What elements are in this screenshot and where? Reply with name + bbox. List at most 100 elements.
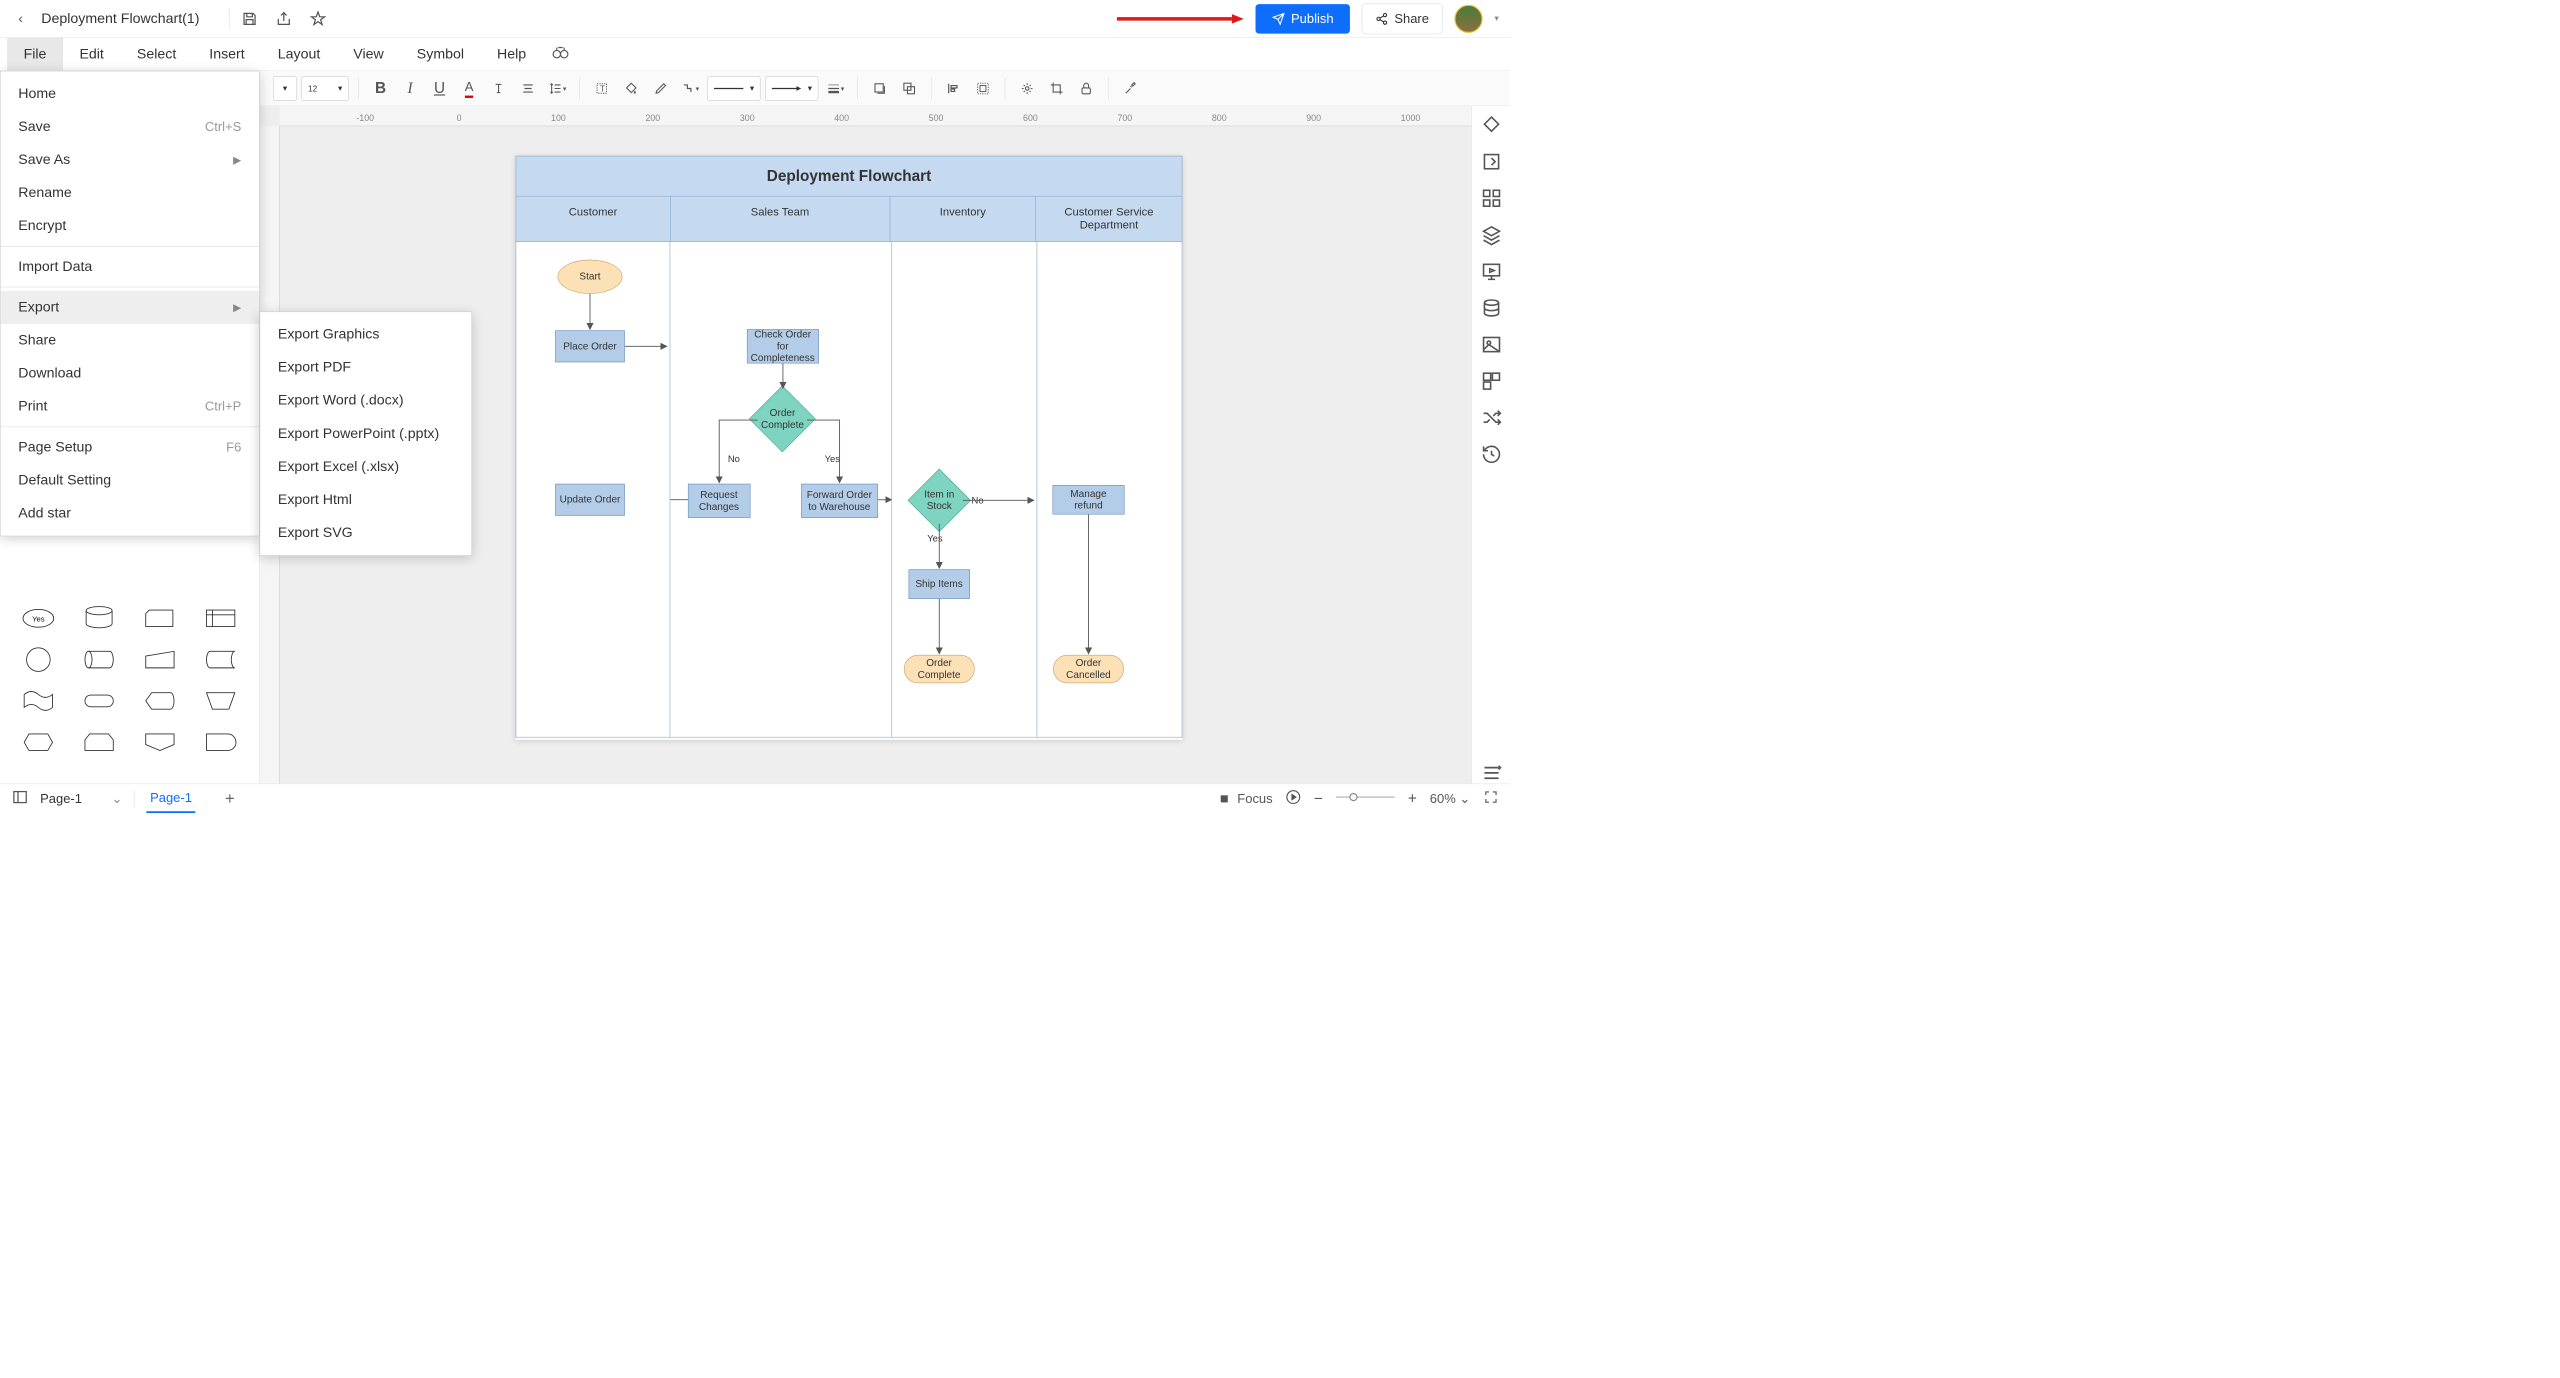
theme-icon[interactable] [1481,114,1502,135]
export-excel[interactable]: Export Excel (.xlsx) [260,450,471,483]
underline-button[interactable]: U [427,76,452,101]
menu-item-save[interactable]: SaveCtrl+S [1,110,259,143]
menu-help[interactable]: Help [481,37,543,70]
shape-terminator[interactable] [73,684,126,717]
lane-header-inventory[interactable]: Inventory [890,196,1036,241]
shape-delay[interactable] [195,726,248,759]
menu-item-default[interactable]: Default Setting [1,464,259,497]
grid-icon[interactable] [1481,188,1502,209]
shape-circle[interactable] [12,643,65,676]
node-update-order[interactable]: Update Order [555,484,625,516]
tools-button[interactable] [1118,76,1143,101]
presentation-icon[interactable] [1481,261,1502,282]
fill-button[interactable] [619,76,644,101]
menu-view[interactable]: View [337,37,400,70]
play-button[interactable] [1286,789,1301,808]
menu-file[interactable]: File [7,37,63,70]
bold-button[interactable]: B [368,76,393,101]
layers-icon[interactable] [1481,224,1502,245]
italic-button[interactable]: I [398,76,423,101]
flowchart-title[interactable]: Deployment Flowchart [516,156,1183,197]
node-complete[interactable]: Order Complete [904,655,975,683]
text-box-button[interactable]: T [589,76,614,101]
zoom-slider[interactable] [1336,791,1395,806]
page-tab[interactable]: Page-1 [147,784,196,813]
export-word[interactable]: Export Word (.docx) [260,384,471,417]
menu-select[interactable]: Select [120,37,192,70]
menu-edit[interactable]: Edit [63,37,120,70]
export-html[interactable]: Export Html [260,483,471,516]
font-dropdown[interactable]: ▾ [273,76,297,101]
binoculars-icon[interactable] [552,43,570,65]
node-order-complete[interactable]: Order Complete [749,386,816,453]
history-icon[interactable] [1481,444,1502,465]
menu-item-star[interactable]: Add star [1,497,259,530]
fullscreen-button[interactable] [1483,789,1498,808]
node-forward[interactable]: Forward Order to Warehouse [801,484,878,518]
panel-toggle-icon[interactable] [12,789,29,809]
lock-button[interactable] [1074,76,1099,101]
line-style-dropdown[interactable]: ▾ [707,76,760,101]
shape-stored-data[interactable] [195,643,248,676]
image-icon[interactable] [1481,334,1502,355]
components-icon[interactable] [1481,371,1502,392]
crop-button[interactable] [1044,76,1069,101]
group-button[interactable] [971,76,996,101]
export-graphics[interactable]: Export Graphics [260,318,471,351]
export-settings-icon[interactable] [1481,151,1502,172]
add-page-button[interactable]: + [225,789,235,808]
collapse-panel-icon[interactable] [1481,762,1502,783]
star-icon[interactable] [310,10,327,27]
node-ship[interactable]: Ship Items [908,569,969,599]
arrow-style-dropdown[interactable]: ▾ [765,76,818,101]
shape-loop-limit[interactable] [73,726,126,759]
shadow-button[interactable] [867,76,892,101]
focus-toggle[interactable]: Focus [1217,791,1272,806]
align-button[interactable] [516,76,541,101]
node-in-stock[interactable]: Item in Stock [907,469,970,532]
lane-header-cs[interactable]: Customer Service Department [1036,196,1182,241]
menu-item-print[interactable]: PrintCtrl+P [1,390,259,423]
menu-insert[interactable]: Insert [193,37,261,70]
node-request-changes[interactable]: Request Changes [688,484,751,518]
export-pdf[interactable]: Export PDF [260,351,471,384]
lane-header-customer[interactable]: Customer [516,196,670,241]
shape-hexagon[interactable] [12,726,65,759]
shape-offpage[interactable] [134,726,187,759]
shape-wave[interactable] [12,684,65,717]
line-weight-button[interactable]: ▾ [823,76,848,101]
connector-button[interactable]: ▾ [678,76,703,101]
menu-item-page-setup[interactable]: Page SetupF6 [1,431,259,464]
menu-item-save-as[interactable]: Save As▶ [1,143,259,176]
menu-item-share[interactable]: Share [1,324,259,357]
brush-button[interactable] [648,76,673,101]
node-start[interactable]: Start [558,260,623,294]
spacing-button[interactable]: ▾ [545,76,570,101]
shape-internal-storage[interactable] [195,602,248,635]
shape-manual-input[interactable] [134,643,187,676]
node-cancelled[interactable]: Order Cancelled [1053,655,1124,683]
shuffle-icon[interactable] [1481,407,1502,428]
shape-manual-op[interactable] [195,684,248,717]
zoom-level[interactable]: 60% ⌄ [1430,791,1470,806]
document-title[interactable]: Deployment Flowchart(1) [41,10,199,27]
share-button[interactable]: Share [1362,3,1443,34]
menu-item-encrypt[interactable]: Encrypt [1,209,259,242]
menu-item-export[interactable]: Export▶ [1,291,259,324]
page-selector[interactable]: Page-1⌄ [40,791,122,806]
dropdown-caret-icon[interactable]: ▾ [1494,14,1498,24]
shape-display[interactable] [134,684,187,717]
page-canvas[interactable]: Deployment Flowchart Customer Sales Team… [516,156,1183,740]
menu-item-download[interactable]: Download [1,357,259,390]
shape-cylinder[interactable] [73,602,126,635]
align-left-button[interactable] [941,76,966,101]
text-style-button[interactable] [486,76,511,101]
database-icon[interactable] [1481,297,1502,318]
share-export-icon[interactable] [276,10,293,27]
node-check-order[interactable]: Check Order for Completeness [747,329,819,363]
user-avatar[interactable] [1454,4,1482,32]
menu-item-home[interactable]: Home [1,77,259,110]
shape-cylinder-h[interactable] [73,643,126,676]
font-size-dropdown[interactable]: 12▾ [301,76,348,101]
back-button[interactable]: ‹ [12,10,30,28]
